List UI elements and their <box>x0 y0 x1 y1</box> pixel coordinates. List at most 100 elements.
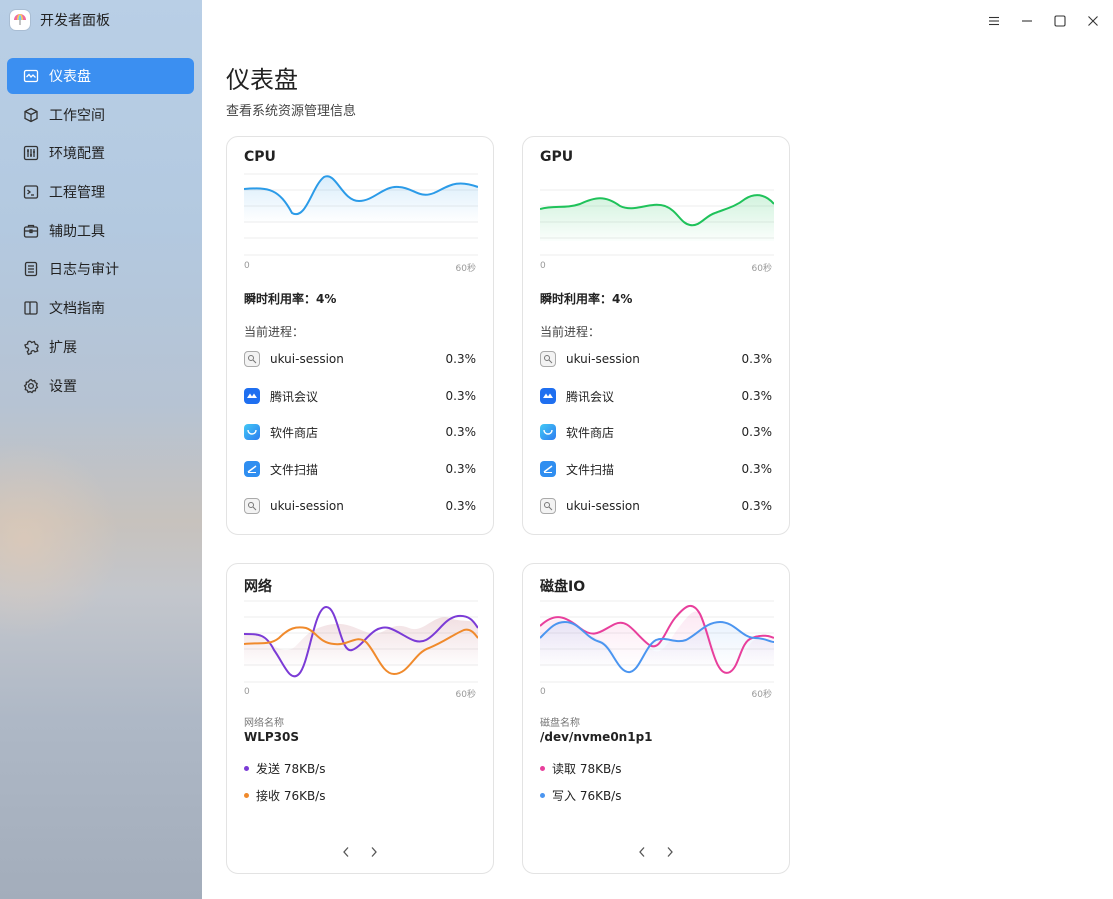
close-icon[interactable] <box>1085 11 1101 31</box>
process-row[interactable]: ukui-session 0.3% <box>540 349 772 369</box>
chevron-right-icon[interactable] <box>663 844 677 860</box>
file-scan-icon <box>540 461 556 477</box>
process-row[interactable]: ukui-session 0.3% <box>540 496 772 516</box>
process-row[interactable]: 文件扫描 0.3% <box>540 459 772 479</box>
sidebar: 开发者面板 仪表盘 工作空间 环境配置 工程管理 辅助工具 日志与审计 文档指南… <box>0 0 202 899</box>
process-value: 0.3% <box>445 425 477 439</box>
legend-dot <box>540 793 545 798</box>
process-row[interactable]: 腾讯会议 0.3% <box>540 386 772 406</box>
app-title: 开发者面板 <box>40 13 110 29</box>
cpu-utilization: 瞬时利用率：4% <box>244 292 337 306</box>
cpu-card: CPU 0 60秒 瞬时利用率：4% 当前进程： ukui-session 0.… <box>226 136 494 535</box>
sidebar-item-label: 扩展 <box>49 339 77 356</box>
disk-write-text: 写入 76KB/s <box>552 789 622 803</box>
gpu-card-title: GPU <box>540 149 574 165</box>
disk-pager <box>635 844 677 860</box>
process-name: 软件商店 <box>566 425 615 440</box>
network-pager <box>339 844 381 860</box>
ukui-session-icon <box>540 351 556 367</box>
process-row[interactable]: 腾讯会议 0.3% <box>244 386 476 406</box>
maximize-icon[interactable] <box>1052 11 1068 31</box>
process-value: 0.3% <box>741 462 773 476</box>
disk-read-legend: 读取 78KB/s <box>540 760 621 777</box>
chevron-left-icon[interactable] <box>339 844 353 860</box>
process-value: 0.3% <box>445 462 477 476</box>
network-send-legend: 发送 78KB/s <box>244 760 325 777</box>
app-header: 开发者面板 <box>10 10 110 30</box>
process-name: 腾讯会议 <box>566 389 615 404</box>
gpu-utilization: 瞬时利用率：4% <box>540 292 633 306</box>
sidebar-item-settings[interactable]: 设置 <box>7 368 194 404</box>
process-value: 0.3% <box>741 499 773 513</box>
sidebar-item-logs[interactable]: 日志与审计 <box>7 251 194 287</box>
sidebar-item-extensions[interactable]: 扩展 <box>7 329 194 365</box>
ukui-session-icon <box>244 498 260 514</box>
process-name: ukui-session <box>566 352 640 366</box>
process-name: ukui-session <box>270 499 344 513</box>
gpu-chart <box>540 189 774 256</box>
sidebar-item-label: 仪表盘 <box>49 69 91 85</box>
sidebar-item-docs[interactable]: 文档指南 <box>7 290 194 326</box>
process-value: 0.3% <box>445 389 477 403</box>
legend-dot <box>540 766 545 771</box>
software-store-icon <box>244 424 260 440</box>
sidebar-item-label: 工程管理 <box>49 185 105 202</box>
page-title: 仪表盘 <box>226 66 298 94</box>
ukui-session-icon <box>244 351 260 367</box>
terminal-icon <box>23 184 39 200</box>
docs-icon <box>23 300 39 316</box>
x-axis-start: 0 <box>540 687 546 697</box>
process-value: 0.3% <box>445 352 477 366</box>
tencent-meeting-icon <box>540 388 556 404</box>
x-axis-end: 60秒 <box>455 264 476 274</box>
sliders-icon <box>23 145 39 161</box>
page-subtitle: 查看系统资源管理信息 <box>226 104 357 119</box>
cpu-area <box>244 176 478 223</box>
process-row[interactable]: 文件扫描 0.3% <box>244 459 476 479</box>
gpu-card: GPU 0 60秒 瞬时利用率：4% 当前进程： ukui-session 0.… <box>522 136 790 535</box>
main-content: 仪表盘 查看系统资源管理信息 CPU 0 60秒 瞬时利用率：4% 当前进程： <box>202 0 1113 899</box>
chevron-right-icon[interactable] <box>367 844 381 860</box>
sidebar-item-workspace[interactable]: 工作空间 <box>7 97 194 133</box>
process-row[interactable]: 软件商店 0.3% <box>540 422 772 442</box>
sidebar-item-label: 设置 <box>49 378 77 395</box>
menu-icon[interactable] <box>986 11 1002 31</box>
sidebar-item-tools[interactable]: 辅助工具 <box>7 213 194 249</box>
x-axis-start: 0 <box>540 261 546 271</box>
cpu-chart <box>244 173 478 256</box>
minimize-icon[interactable] <box>1019 11 1035 31</box>
ukui-session-icon <box>540 498 556 514</box>
process-row[interactable]: 软件商店 0.3% <box>244 422 476 442</box>
software-store-icon <box>540 424 556 440</box>
chevron-left-icon[interactable] <box>635 844 649 860</box>
network-send-text: 发送 78KB/s <box>256 762 326 776</box>
disk-card: 磁盘IO 0 60秒 磁盘名称 /dev/nvme0n1p1 读取 78KB/s… <box>522 563 790 874</box>
log-icon <box>23 261 39 277</box>
app-logo-icon <box>10 10 30 30</box>
disk-name-value: /dev/nvme0n1p1 <box>540 730 653 744</box>
disk-name-label: 磁盘名称 <box>540 718 580 729</box>
legend-dot <box>244 793 249 798</box>
sidebar-item-label: 环境配置 <box>49 146 105 163</box>
x-axis-end: 60秒 <box>455 690 476 700</box>
process-value: 0.3% <box>741 352 773 366</box>
x-axis-start: 0 <box>244 261 250 271</box>
cube-icon <box>23 107 39 123</box>
process-name: 软件商店 <box>270 425 319 440</box>
process-value: 0.3% <box>741 389 773 403</box>
disk-read-text: 读取 78KB/s <box>552 762 622 776</box>
sidebar-item-environment[interactable]: 环境配置 <box>7 135 194 171</box>
process-row[interactable]: ukui-session 0.3% <box>244 349 476 369</box>
process-row[interactable]: ukui-session 0.3% <box>244 496 476 516</box>
disk-chart <box>540 600 774 683</box>
puzzle-icon <box>23 339 39 355</box>
sidebar-item-project[interactable]: 工程管理 <box>7 174 194 210</box>
process-name: 文件扫描 <box>566 462 615 477</box>
window-controls <box>986 11 1101 31</box>
gear-icon <box>23 378 39 394</box>
sidebar-item-label: 辅助工具 <box>49 223 105 240</box>
sidebar-item-dashboard[interactable]: 仪表盘 <box>7 58 194 94</box>
network-chart <box>244 600 478 683</box>
disk-card-title: 磁盘IO <box>540 579 586 595</box>
cpu-card-title: CPU <box>244 149 276 165</box>
